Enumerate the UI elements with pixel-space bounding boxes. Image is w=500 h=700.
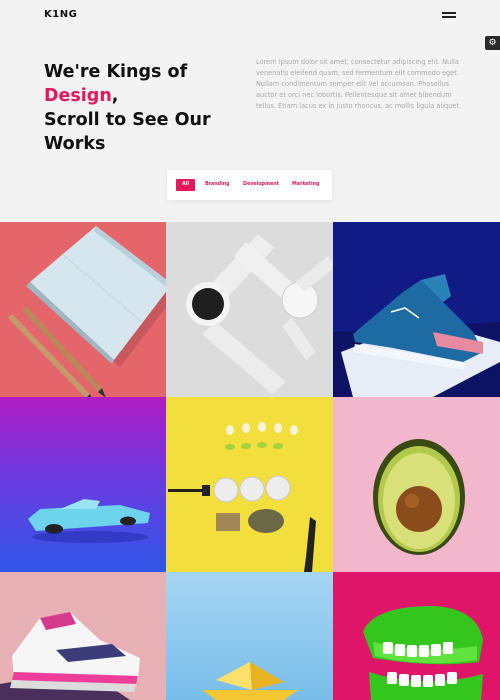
portfolio-item-chattering-teeth[interactable] — [333, 572, 500, 700]
headline-comma: , — [111, 86, 119, 106]
chattering-teeth-image — [333, 572, 500, 700]
nike-sneaker-image — [0, 572, 166, 700]
filter-development[interactable]: Development — [243, 179, 279, 191]
portfolio-item-toy-car[interactable] — [0, 397, 166, 572]
portfolio-item-nike-sneaker[interactable] — [0, 572, 166, 700]
smartwatch-image — [166, 222, 333, 397]
sneaker-on-pedestal-image — [333, 222, 500, 397]
portfolio-item-smartwatch[interactable] — [166, 222, 333, 397]
portfolio-item-sneaker-pedestal[interactable] — [333, 222, 500, 397]
hero-headline: We're Kings of Design, Scroll to See Our… — [44, 60, 264, 156]
site-logo[interactable]: K1NG — [44, 9, 77, 20]
headline-accent: Design — [44, 86, 112, 106]
headline-text: We're Kings of — [44, 62, 188, 82]
portfolio-item-avocado[interactable] — [333, 397, 500, 572]
food-arrangement-image — [166, 397, 333, 572]
portfolio-item-paper-boat[interactable] — [166, 572, 333, 700]
avocado-image — [333, 397, 500, 572]
portfolio-item-notebook[interactable] — [0, 222, 166, 397]
portfolio-filter-bar: All Branding Development Marketing — [167, 170, 332, 200]
filter-branding[interactable]: Branding — [205, 179, 230, 191]
notebook-and-pencils-image — [0, 222, 166, 397]
headline-line-2: Scroll to See Our — [44, 110, 211, 130]
toy-car-image — [0, 397, 166, 572]
filter-all[interactable]: All — [176, 179, 196, 191]
filter-marketing[interactable]: Marketing — [292, 179, 319, 191]
paper-boat-image — [166, 572, 333, 700]
gear-icon[interactable]: ⚙ — [485, 36, 500, 50]
portfolio-grid — [0, 222, 500, 700]
hero-description: Lorem ipsum dolor sit amet, consectetur … — [256, 58, 462, 110]
portfolio-item-food-arrangement[interactable] — [166, 397, 333, 572]
hamburger-icon[interactable] — [442, 11, 456, 19]
site-header: K1NG — [0, 0, 500, 34]
headline-line-3: Works — [44, 134, 106, 154]
